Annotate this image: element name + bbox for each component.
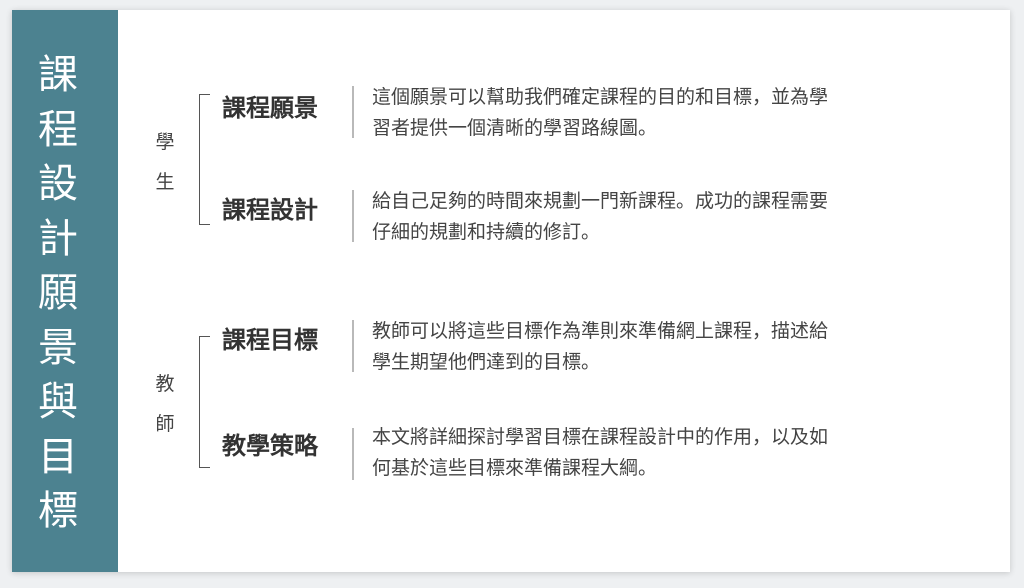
item-desc-strategy: 本文將詳細探討學習目標在課程設計中的作用，以及如 何基於這些目標來準備課程大綱。 [372, 422, 932, 484]
side-title-char: 程 [38, 106, 92, 153]
item-desc-objectives: 教師可以將這些目標作為準則來準備網上課程，描述給 學生期望他們達到的目標。 [372, 316, 932, 378]
item-title-design: 課程設計 [222, 196, 318, 224]
desc-line: 仔細的規劃和持續的修訂。 [372, 221, 601, 243]
item-desc-design: 給自己足夠的時間來規劃一門新課程。成功的課程需要 仔細的規劃和持續的修訂。 [372, 186, 932, 248]
divider [352, 190, 354, 242]
desc-line: 本文將詳細探討學習目標在課程設計中的作用，以及如 [372, 426, 829, 448]
slide: 課 程 設 計 願 景 與 目 標 學 生 教 師 課程願景 這個願景可以幫助我… [12, 10, 1010, 572]
side-panel: 課 程 設 計 願 景 與 目 標 [12, 10, 118, 572]
group-label-char: 學 [155, 131, 175, 153]
desc-line: 教師可以將這些目標作為準則來準備網上課程，描述給 [372, 320, 829, 342]
side-title-char: 景 [38, 324, 92, 371]
side-title-char: 目 [38, 433, 92, 480]
group-label-char: 教 [155, 373, 175, 395]
side-title-char: 課 [38, 52, 92, 98]
item-desc-vision: 這個願景可以幫助我們確定課程的目的和目標，並為學 習者提供一個清晰的學習路線圖。 [372, 82, 932, 144]
side-title-char: 標 [38, 488, 92, 534]
desc-line: 學生期望他們達到的目標。 [372, 351, 601, 373]
desc-line: 這個願景可以幫助我們確定課程的目的和目標，並為學 [372, 86, 829, 108]
group-label-teacher: 教 師 [150, 364, 180, 444]
divider [352, 428, 354, 480]
divider [352, 320, 354, 372]
group-label-char: 生 [155, 171, 175, 193]
side-title: 課 程 設 計 願 景 與 目 標 [12, 48, 118, 539]
item-title-objectives: 課程目標 [222, 326, 318, 354]
group-label-char: 師 [155, 413, 175, 435]
side-title-char: 願 [38, 270, 92, 316]
bracket-student [199, 94, 210, 225]
desc-line: 習者提供一個清晰的學習路線圖。 [372, 117, 658, 139]
group-label-student: 學 生 [150, 122, 180, 202]
item-title-vision: 課程願景 [222, 94, 318, 122]
desc-line: 給自己足夠的時間來規劃一門新課程。成功的課程需要 [372, 190, 829, 212]
side-title-char: 設 [38, 161, 92, 207]
side-title-char: 計 [38, 215, 92, 262]
desc-line: 何基於這些目標來準備課程大綱。 [372, 457, 658, 479]
item-title-strategy: 教學策略 [222, 432, 318, 460]
bracket-teacher [199, 336, 210, 468]
divider [352, 86, 354, 138]
side-title-char: 與 [38, 379, 92, 425]
